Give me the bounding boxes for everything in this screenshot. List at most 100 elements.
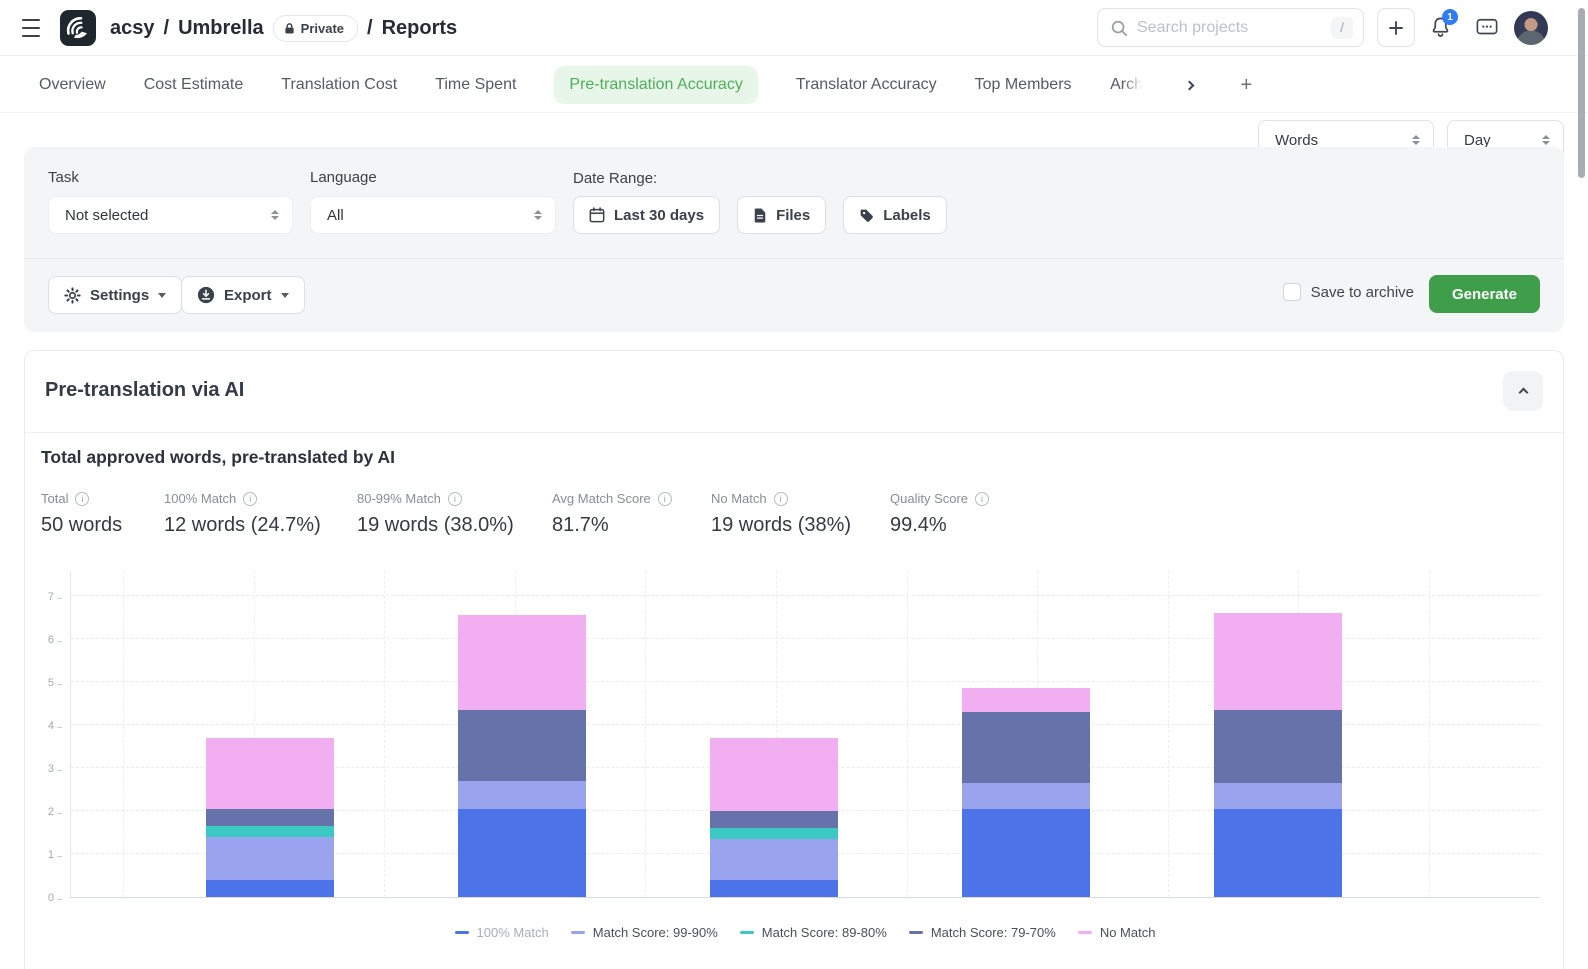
bar-segment[interactable] (206, 826, 334, 837)
info-icon[interactable]: i (774, 492, 788, 506)
info-icon[interactable]: i (448, 492, 462, 506)
settings-button[interactable]: Settings (48, 276, 182, 314)
plus-icon (1388, 20, 1404, 36)
stat-label: Avg Match Score (552, 491, 651, 506)
gridline-vertical (645, 571, 646, 897)
collapse-panel-button[interactable] (1503, 371, 1543, 411)
export-button[interactable]: Export (181, 276, 305, 314)
bar-segment[interactable] (1214, 710, 1342, 783)
tab-archive-truncated[interactable]: Arch (1110, 76, 1144, 94)
privacy-badge: Private (273, 15, 358, 42)
bar-segment[interactable] (710, 738, 838, 811)
breadcrumb-page: Reports (382, 17, 458, 40)
bar-segment[interactable] (962, 783, 1090, 809)
bar-segment[interactable] (1214, 809, 1342, 897)
bar-stack[interactable] (206, 738, 334, 897)
notifications-button[interactable]: 1 (1429, 15, 1455, 43)
search-box[interactable]: / (1097, 8, 1364, 47)
updown-arrows-icon (534, 210, 542, 220)
legend-item-match-89-80[interactable]: Match Score: 89-80% (740, 925, 887, 940)
legend-item-match-99-90[interactable]: Match Score: 99-90% (571, 925, 718, 940)
date-range-button[interactable]: Last 30 days (573, 196, 720, 234)
notifications-count-badge: 1 (1442, 9, 1458, 25)
chevron-right-icon (1184, 81, 1194, 91)
bar-stack[interactable] (1214, 613, 1342, 897)
bar-segment[interactable] (458, 615, 586, 710)
search-input[interactable] (1137, 19, 1322, 37)
y-axis-tick-label: 0 (48, 892, 54, 904)
user-avatar[interactable] (1514, 11, 1548, 45)
stat-label: Total (41, 491, 68, 506)
bar-segment[interactable] (206, 809, 334, 826)
bar-stack[interactable] (458, 615, 586, 897)
updown-arrows-icon (1412, 135, 1420, 145)
lock-icon (284, 22, 295, 35)
generate-button[interactable]: Generate (1429, 275, 1540, 313)
bar-segment[interactable] (458, 710, 586, 781)
y-axis-tick-label: 5 (48, 677, 54, 689)
file-icon (753, 207, 767, 224)
tab-translation-cost[interactable]: Translation Cost (281, 76, 397, 94)
legend-color-dash (740, 931, 754, 934)
bar-segment[interactable] (206, 738, 334, 809)
files-filter-button[interactable]: Files (737, 196, 826, 234)
bar-stack[interactable] (710, 738, 838, 897)
date-range-label: Date Range: (573, 170, 947, 187)
bar-segment[interactable] (962, 688, 1090, 712)
hamburger-menu-icon[interactable] (22, 19, 42, 37)
stat-80-99-match: 80-99% Matchi 19 words (38.0%) (357, 491, 514, 537)
info-icon[interactable]: i (658, 492, 672, 506)
chart-legend: 100% Match Match Score: 99-90% Match Sco… (70, 925, 1540, 940)
bar-segment[interactable] (962, 712, 1090, 783)
breadcrumb-org[interactable]: acsy (110, 17, 155, 40)
y-axis-tick-label: 6 (48, 634, 54, 646)
bar-segment[interactable] (1214, 613, 1342, 710)
y-axis-tick-label: 7 (48, 591, 54, 603)
panel-title: Pre-translation via AI (45, 379, 244, 402)
interval-select-value: Day (1464, 132, 1491, 149)
save-to-archive-checkbox[interactable] (1283, 283, 1301, 301)
bar-segment[interactable] (710, 828, 838, 839)
info-icon[interactable]: i (243, 492, 257, 506)
tabs-scroll-right-button[interactable] (1182, 73, 1197, 96)
tab-translator-accuracy[interactable]: Translator Accuracy (796, 76, 937, 94)
tab-pre-translation-accuracy[interactable]: Pre-translation Accuracy (554, 66, 757, 104)
tab-top-members[interactable]: Top Members (975, 76, 1072, 94)
bar-segment[interactable] (962, 809, 1090, 897)
task-select[interactable]: Not selected (48, 196, 293, 234)
app-logo[interactable] (60, 10, 96, 46)
task-select-value: Not selected (65, 207, 148, 224)
bar-stack[interactable] (962, 688, 1090, 897)
language-select[interactable]: All (310, 196, 556, 234)
gridline-vertical (123, 571, 124, 897)
tab-overview[interactable]: Overview (39, 76, 106, 94)
bar-segment[interactable] (458, 809, 586, 897)
info-icon[interactable]: i (75, 492, 89, 506)
save-to-archive-label: Save to archive (1311, 284, 1414, 301)
stat-value: 12 words (24.7%) (164, 514, 321, 537)
info-icon[interactable]: i (975, 492, 989, 506)
bar-segment[interactable] (710, 839, 838, 880)
labels-filter-button[interactable]: Labels (843, 196, 947, 234)
legend-label: Match Score: 89-80% (762, 925, 887, 940)
y-axis-tick-label: 4 (48, 720, 54, 732)
y-axis-tick-label: 2 (48, 806, 54, 818)
scrollbar-thumb[interactable] (1578, 8, 1585, 178)
bar-segment[interactable] (1214, 783, 1342, 809)
bar-segment[interactable] (206, 837, 334, 880)
tab-time-spent[interactable]: Time Spent (435, 76, 516, 94)
bar-segment[interactable] (710, 880, 838, 897)
legend-item-no-match[interactable]: No Match (1078, 925, 1156, 940)
legend-label: No Match (1100, 925, 1156, 940)
legend-item-match-79-70[interactable]: Match Score: 79-70% (909, 925, 1056, 940)
create-project-button[interactable] (1377, 8, 1415, 47)
bar-segment[interactable] (458, 781, 586, 809)
add-tab-button[interactable]: + (1235, 73, 1259, 97)
bar-segment[interactable] (206, 880, 334, 897)
messages-button[interactable] (1476, 18, 1498, 43)
bar-segment[interactable] (710, 811, 838, 828)
stat-no-match: No Matchi 19 words (38%) (711, 491, 851, 537)
legend-item-100-match[interactable]: 100% Match (455, 925, 549, 940)
tab-cost-estimate[interactable]: Cost Estimate (144, 76, 244, 94)
breadcrumb-project[interactable]: Umbrella (178, 17, 264, 40)
